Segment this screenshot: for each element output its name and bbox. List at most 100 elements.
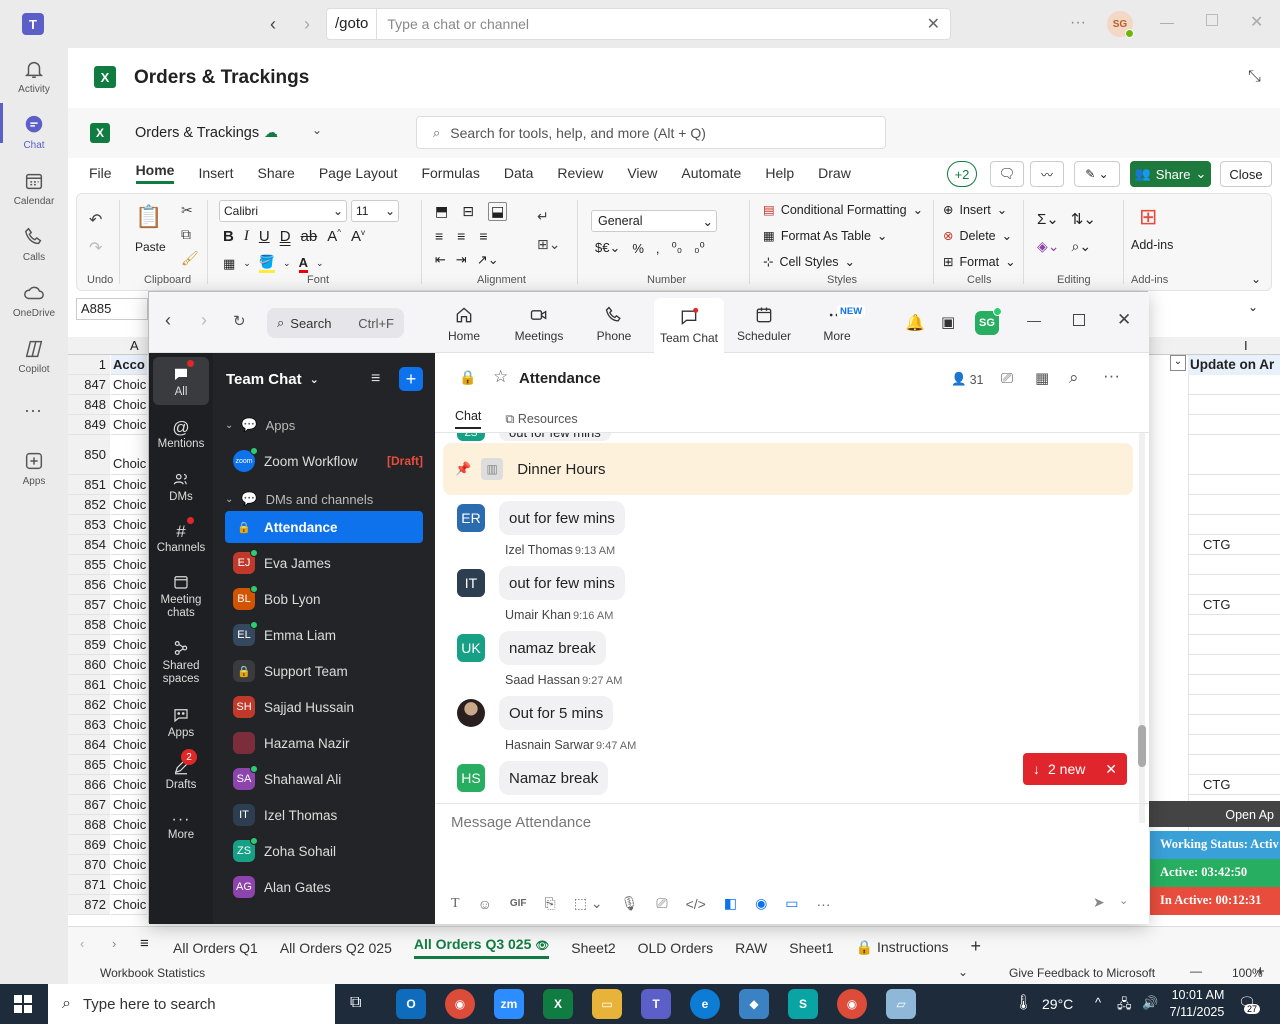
- cell-i[interactable]: [1188, 375, 1280, 395]
- cell-a[interactable]: Choic: [111, 895, 147, 915]
- outlook-icon[interactable]: O: [396, 989, 426, 1019]
- zoom-in-icon[interactable]: +: [1256, 963, 1265, 980]
- tab-chat[interactable]: Chat: [455, 409, 482, 429]
- zoom-taskbar-icon[interactable]: zm: [494, 989, 524, 1019]
- list-item-contact[interactable]: IT Izel Thomas: [225, 799, 423, 831]
- tab-file[interactable]: File: [89, 165, 112, 181]
- editing-mode-icon[interactable]: ✎ ⌄: [1074, 161, 1120, 187]
- row-header[interactable]: 869: [68, 835, 110, 855]
- rail-apps[interactable]: Apps: [0, 440, 68, 496]
- increase-indent-icon[interactable]: ⇥: [456, 252, 467, 268]
- percent-icon[interactable]: %: [632, 241, 644, 256]
- teams-search-input[interactable]: Type a chat or channel: [377, 16, 926, 32]
- video-call-icon[interactable]: ⎚: [1001, 370, 1013, 387]
- sheet-tab[interactable]: All Orders Q2 025: [280, 940, 392, 956]
- section-dms-header[interactable]: ⌄ 💬 DMs and channels: [225, 491, 373, 507]
- cell-a[interactable]: Choic: [111, 375, 147, 395]
- addins-button[interactable]: Add-ins: [1131, 238, 1173, 252]
- fill-color-icon[interactable]: 🪣: [258, 254, 276, 273]
- video-message-icon[interactable]: ⎚: [656, 895, 667, 912]
- cell-a[interactable]: Choic: [111, 395, 147, 415]
- currency-icon[interactable]: $€⌄: [595, 240, 620, 256]
- app-icon[interactable]: ◆: [739, 989, 769, 1019]
- windows-start-icon[interactable]: [14, 995, 32, 1013]
- font-color-icon[interactable]: A: [298, 255, 308, 273]
- comma-style-icon[interactable]: ,: [656, 241, 660, 256]
- row-header[interactable]: 860: [68, 655, 110, 675]
- message-bubble[interactable]: out for few mins: [499, 501, 625, 535]
- conditional-formatting-button[interactable]: ▤ Conditional Formatting ⌄: [763, 202, 923, 218]
- cell-i[interactable]: [1188, 495, 1280, 515]
- star-icon[interactable]: ☆: [493, 367, 508, 387]
- chrome-icon[interactable]: ◉: [445, 989, 475, 1019]
- team-chat-title[interactable]: Team Chat ⌄: [226, 371, 319, 388]
- forward-arrow-icon[interactable]: ›: [201, 310, 207, 331]
- row-header[interactable]: 859: [68, 635, 110, 655]
- list-item-contact[interactable]: AG Alan Gates: [225, 871, 423, 903]
- new-messages-button[interactable]: ↓ 2 new ✕: [1023, 753, 1127, 785]
- nav-meetings[interactable]: Meetings: [504, 298, 574, 350]
- row-header[interactable]: 852: [68, 495, 110, 515]
- row-header[interactable]: 862: [68, 695, 110, 715]
- row-header[interactable]: 865: [68, 755, 110, 775]
- increase-font-icon[interactable]: A^: [327, 228, 341, 245]
- message-bubble[interactable]: Out for 5 mins: [499, 696, 614, 730]
- sheet-tab[interactable]: All Orders Q1: [173, 940, 258, 956]
- row-header[interactable]: 863: [68, 715, 110, 735]
- paste-icon[interactable]: 📋: [135, 204, 162, 230]
- cell-i[interactable]: [1188, 735, 1280, 755]
- cell-a[interactable]: Choic: [111, 775, 147, 795]
- cell-i[interactable]: [1188, 475, 1280, 495]
- row-header[interactable]: 849: [68, 415, 110, 435]
- sender-name[interactable]: Hasnain Sarwar: [505, 738, 594, 752]
- cell-i[interactable]: [1188, 575, 1280, 595]
- cell-i[interactable]: [1188, 715, 1280, 735]
- filter-dropdown-icon[interactable]: ⌄: [1170, 355, 1186, 371]
- sway-icon[interactable]: S: [788, 989, 818, 1019]
- cell-a[interactable]: Choic: [111, 495, 147, 515]
- minimize-icon[interactable]: —: [1027, 312, 1041, 328]
- add-sheet-icon[interactable]: +: [971, 936, 982, 957]
- chevron-down-icon[interactable]: ⌄: [958, 965, 968, 979]
- gif-icon[interactable]: GIF: [510, 898, 527, 909]
- align-bottom-icon[interactable]: ⬓: [487, 202, 508, 221]
- cell-a[interactable]: Choic: [111, 655, 147, 675]
- sender-name[interactable]: Izel Thomas: [505, 543, 573, 557]
- orientation-icon[interactable]: ↗⌄: [477, 252, 499, 268]
- rail-calendar[interactable]: Calendar: [0, 160, 68, 216]
- channel-title[interactable]: Attendance: [519, 370, 601, 387]
- tab-resources[interactable]: ⧉ Resources: [505, 412, 577, 427]
- list-item-contact[interactable]: SH Sajjad Hussain: [225, 691, 423, 723]
- row-header[interactable]: 868: [68, 815, 110, 835]
- cell-a1[interactable]: Acco: [111, 355, 147, 375]
- cell-a[interactable]: Choic: [111, 795, 147, 815]
- rail-channels[interactable]: # Channels: [149, 515, 213, 561]
- nav-phone[interactable]: Phone: [579, 298, 649, 350]
- cell-a[interactable]: Choic: [111, 855, 147, 875]
- cell-i[interactable]: [1188, 655, 1280, 675]
- rail-onedrive[interactable]: OneDrive: [0, 272, 68, 328]
- cell-a[interactable]: Choic: [111, 715, 147, 735]
- close-window-icon[interactable]: ✕: [1117, 310, 1131, 330]
- delete-cells-button[interactable]: ⊗ Delete ⌄: [943, 228, 1012, 244]
- sender-name[interactable]: Saad Hassan: [505, 673, 580, 687]
- tab-review[interactable]: Review: [557, 165, 603, 181]
- cell-i[interactable]: [1188, 675, 1280, 695]
- screenshot-icon[interactable]: ⬚ ⌄: [574, 895, 603, 912]
- decrease-indent-icon[interactable]: ⇤: [435, 252, 446, 268]
- clear-search-icon[interactable]: ✕: [927, 14, 950, 34]
- forward-arrow-icon[interactable]: ›: [298, 14, 316, 34]
- taskbar-search-box[interactable]: ⌕ Type here to search: [48, 984, 335, 1024]
- zoom-out-icon[interactable]: —: [1190, 964, 1202, 978]
- zoom-meeting-icon[interactable]: ◉: [755, 895, 767, 912]
- all-sheets-icon[interactable]: ≡: [140, 935, 149, 952]
- rail-activity[interactable]: Activity: [0, 48, 68, 104]
- cell-a[interactable]: Choic: [111, 735, 147, 755]
- minimize-icon[interactable]: —: [1160, 14, 1174, 30]
- sheet-tab[interactable]: Sheet2: [571, 940, 615, 956]
- name-box[interactable]: A885: [76, 298, 148, 320]
- pinned-banner[interactable]: 📌 ▥ Dinner Hours: [443, 443, 1133, 495]
- clock-time[interactable]: 10:01 AM: [1170, 988, 1226, 1002]
- row-header[interactable]: 872: [68, 895, 110, 915]
- feedback-link[interactable]: Give Feedback to Microsoft: [1009, 966, 1155, 980]
